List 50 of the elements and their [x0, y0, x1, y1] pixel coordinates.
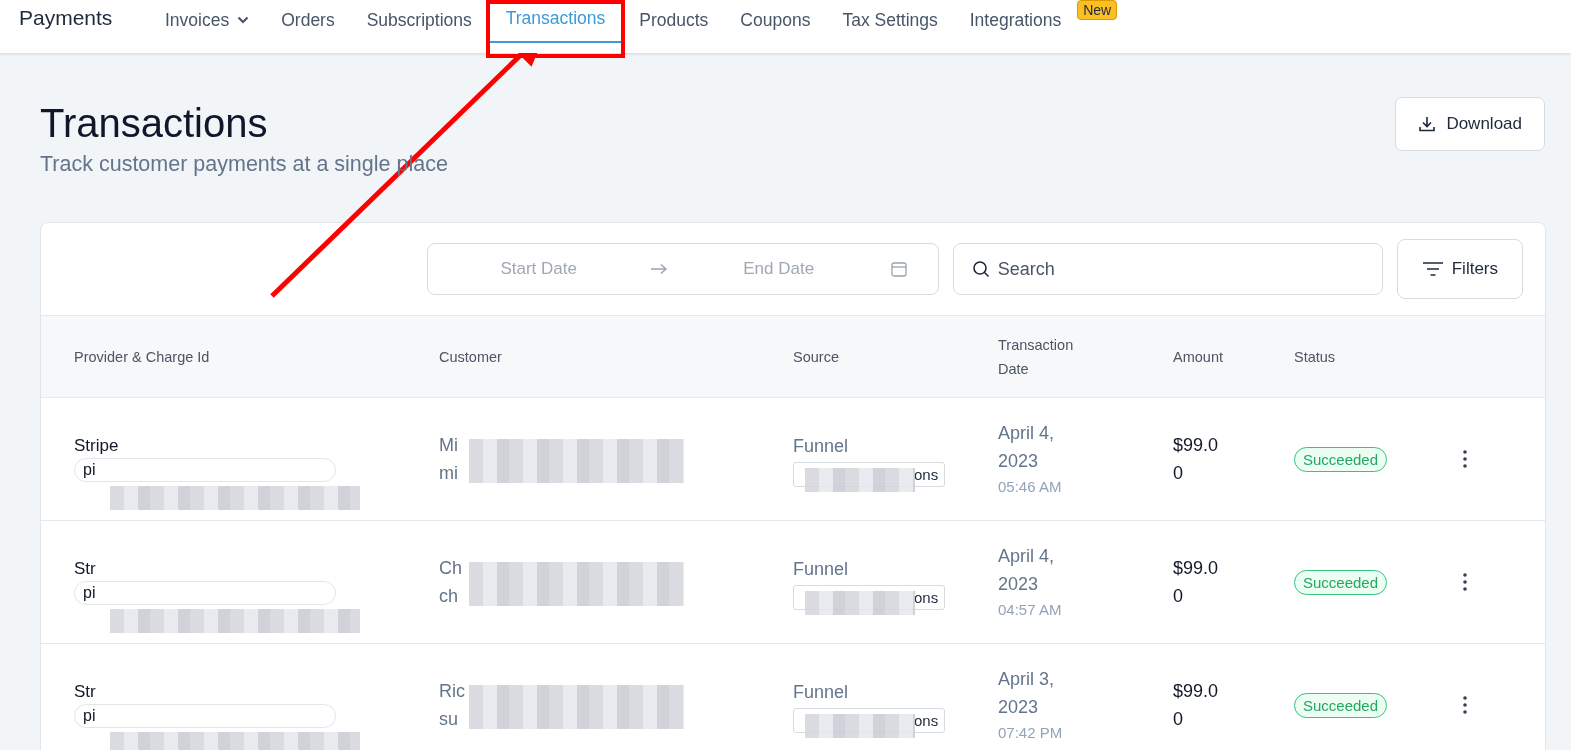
column-header: Status: [1294, 347, 1337, 367]
transaction-date: April 4, 2023: [998, 545, 1056, 596]
search-field[interactable]: Search: [952, 243, 1383, 295]
customer-email: mi: [439, 462, 458, 485]
new-badge: New: [1077, 0, 1118, 20]
download-button[interactable]: Download: [1395, 97, 1545, 151]
status-badge: Succeeded: [1294, 569, 1388, 595]
transaction-time: 05:46 AM: [998, 477, 1062, 497]
date-range-field[interactable]: Start Date End Date: [426, 243, 939, 295]
nav-tab[interactable]: Tax Settings: [826, 0, 954, 45]
column-header: Source: [793, 347, 840, 367]
status-badge: Succeeded: [1294, 692, 1388, 718]
customer-name: Ric: [439, 680, 465, 703]
filters-button[interactable]: Filters: [1396, 239, 1523, 299]
amount: $99.00: [1173, 434, 1220, 485]
source-name: Funnel: [793, 557, 849, 581]
transaction-date: April 4, 2023: [998, 422, 1056, 473]
transaction-time: 07:42 PM: [998, 723, 1063, 743]
transaction-date: April 3, 2023: [998, 668, 1056, 719]
arrow-right-icon: [649, 263, 668, 275]
customer-name: Mi: [439, 434, 458, 457]
page-title: Transactions: [40, 100, 269, 146]
customer-email: ch: [439, 585, 458, 608]
chevron-down-icon: [237, 16, 250, 24]
amount: $99.00: [1173, 557, 1220, 608]
nav-tab[interactable]: Products: [623, 0, 725, 45]
download-icon: [1418, 115, 1437, 133]
provider-name: Stripe: [74, 436, 119, 456]
nav-tab[interactable]: Subscriptions: [350, 0, 488, 45]
app-title: Payments: [18, 5, 114, 30]
column-header: Provider & Charge Id: [74, 347, 211, 367]
customer-email: su: [439, 708, 458, 731]
provider-name: Str: [74, 559, 96, 579]
source-name: Funnel: [793, 434, 849, 458]
amount: $99.00: [1173, 680, 1220, 731]
nav-tab[interactable]: Coupons: [724, 0, 827, 45]
source-name: Funnel: [793, 680, 849, 704]
nav-tab[interactable]: Orders: [265, 0, 351, 45]
column-header: Amount: [1173, 347, 1224, 367]
status-badge: Succeeded: [1294, 446, 1388, 472]
customer-name: Ch: [439, 557, 462, 580]
nav-tab[interactable]: Invoices: [149, 0, 266, 45]
search-icon: [971, 260, 990, 278]
column-header: Customer: [439, 347, 503, 367]
transaction-time: 04:57 AM: [998, 600, 1062, 620]
nav-tab[interactable]: Integrations: [953, 0, 1078, 45]
filter-icon: [1421, 261, 1444, 277]
column-header: Transaction Date: [998, 335, 1075, 379]
provider-name: Str: [74, 682, 96, 702]
calendar-icon: [889, 260, 908, 278]
